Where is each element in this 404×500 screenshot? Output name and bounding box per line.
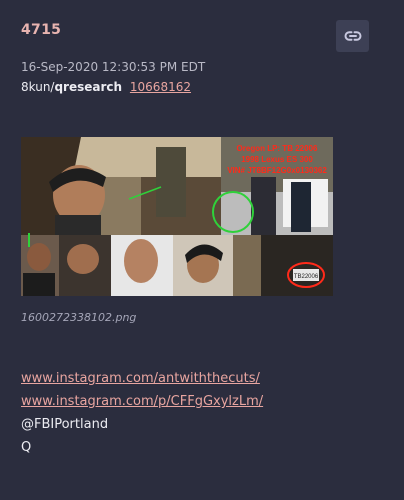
instagram-link-2[interactable]: www.instagram.com/p/CFFgGxylzLm/	[21, 390, 263, 413]
instagram-link-1[interactable]: www.instagram.com/antwiththecuts/	[21, 367, 263, 390]
image-plate-text: TB22006	[294, 274, 319, 280]
image-overlay-line-2: 1998 Lexus ES 300	[241, 155, 313, 164]
body-text-signature: Q	[21, 440, 32, 455]
link-chain-icon	[344, 31, 361, 41]
post-source: 8kun/qresearch 10668162	[21, 80, 191, 94]
post-timestamp: 16-Sep-2020 12:30:53 PM EDT	[21, 60, 206, 74]
source-board: qresearch	[54, 80, 123, 94]
image-overlay-line-1: Oregon LP: TB 22006	[237, 144, 318, 153]
image-filename: 1600272338102.png	[21, 311, 137, 324]
body-text-mention: @FBIPortland	[21, 417, 109, 432]
post-body: www.instagram.com/antwiththecuts/ www.in…	[21, 367, 263, 459]
source-reference-link[interactable]: 10668162	[130, 80, 191, 94]
post-image[interactable]: Oregon LP: TB 22006 1998 Lexus ES 300 VI…	[21, 137, 333, 296]
copy-link-button[interactable]	[336, 20, 369, 52]
source-prefix: 8kun/	[21, 80, 55, 94]
post-number: 4715	[21, 22, 62, 38]
image-overlay-line-3: VIN# JT8BF12G0x0130362	[227, 166, 327, 175]
